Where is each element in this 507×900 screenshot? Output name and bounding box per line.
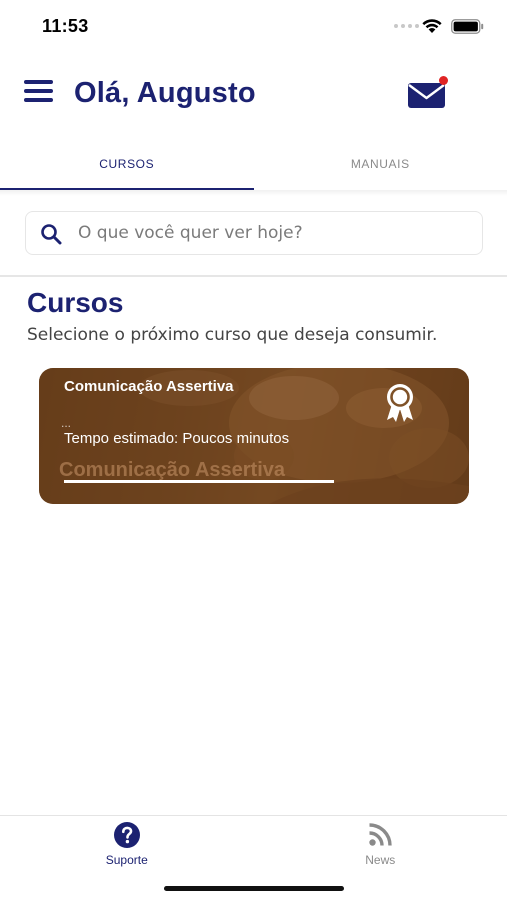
- course-title: Comunicação Assertiva: [64, 378, 234, 395]
- course-estimated-time: Tempo estimado: Poucos minutos: [64, 430, 290, 447]
- course-ellipsis: ...: [61, 416, 72, 430]
- app-header: Olá, Augusto: [0, 60, 507, 130]
- help-circle-icon: [113, 822, 140, 848]
- unread-badge: [439, 76, 448, 85]
- course-progress-bar: [64, 480, 334, 483]
- section-subtitle: Selecione o próximo curso que deseja con…: [27, 325, 438, 345]
- tab-cursos[interactable]: CURSOS: [0, 138, 254, 190]
- battery-icon: [451, 19, 484, 34]
- award-ribbon-icon: [387, 384, 413, 422]
- home-indicator: [164, 886, 344, 891]
- rss-feed-icon: [369, 823, 392, 846]
- section-divider: [0, 275, 507, 277]
- nav-item-suporte[interactable]: Suporte: [0, 816, 254, 876]
- cover-watermark-title: Comunicação Assertiva: [59, 459, 286, 481]
- search-input[interactable]: [78, 212, 468, 254]
- nav-label-suporte: Suporte: [105, 853, 148, 867]
- content-tabs: CURSOS MANUAIS: [0, 138, 507, 190]
- search-box[interactable]: [25, 211, 483, 255]
- messages-button[interactable]: [406, 76, 448, 108]
- search-icon: [41, 224, 62, 245]
- section-title: Cursos: [27, 287, 124, 318]
- tab-manuais[interactable]: MANUAIS: [254, 138, 507, 190]
- cellular-signal-icon: [394, 24, 419, 28]
- greeting-title: Olá, Augusto: [74, 77, 256, 109]
- status-bar: 11:53: [0, 0, 507, 52]
- nav-item-news[interactable]: News: [254, 816, 507, 876]
- wifi-icon: [422, 19, 442, 33]
- course-card[interactable]: Comunicação Assertiva Comunicação Assert…: [39, 368, 469, 504]
- app-screen: 11:53 Olá, Augusto CURSOS MANUAIS O que …: [0, 0, 507, 900]
- hamburger-menu-icon[interactable]: [24, 80, 53, 102]
- course-progress-fill: [64, 480, 334, 483]
- status-time: 11:53: [42, 16, 89, 36]
- tabs-shadow: [0, 190, 507, 196]
- nav-label-news: News: [365, 853, 396, 867]
